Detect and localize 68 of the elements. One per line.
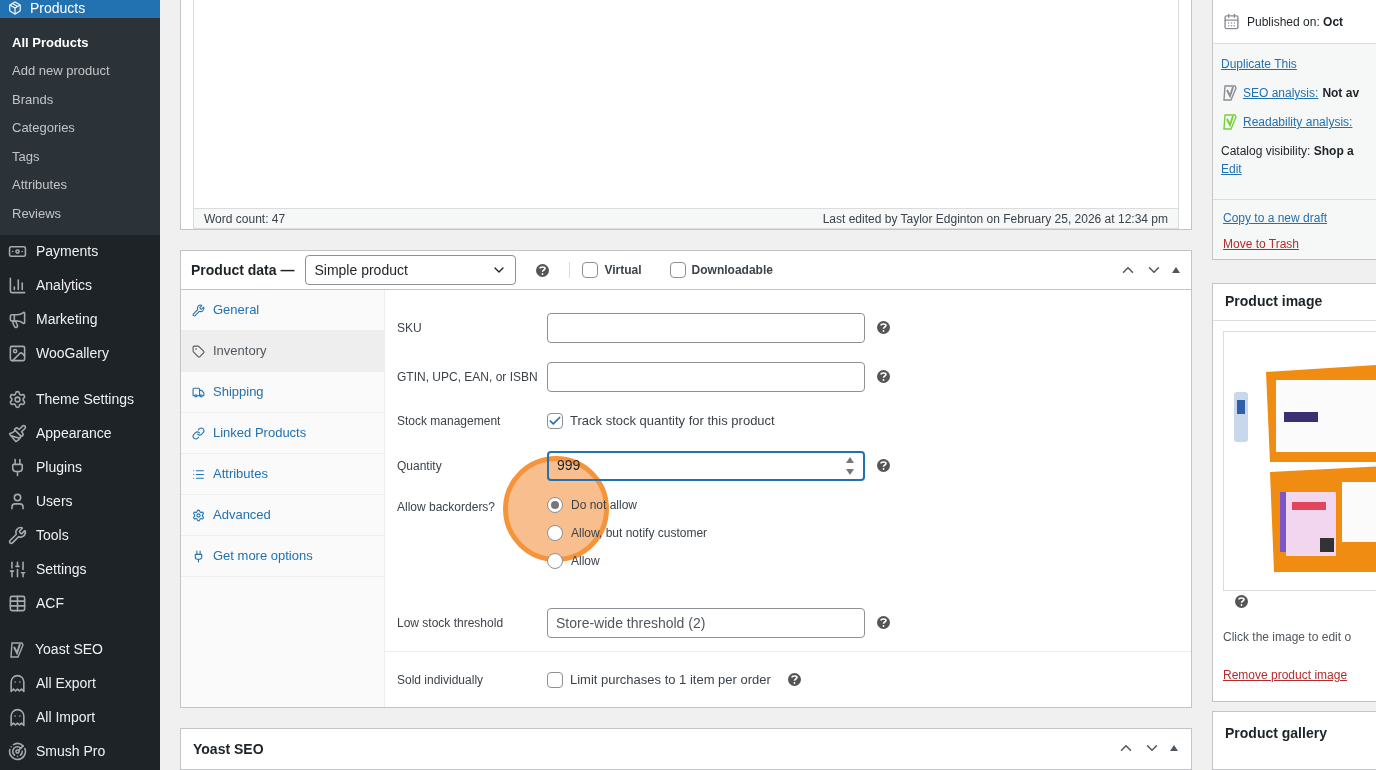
radio-option[interactable]: Do not allow [547, 496, 708, 514]
option-checkbox[interactable]: Downloadable [669, 261, 773, 279]
option-label: Virtual [604, 262, 642, 279]
radio-label: Do not allow [571, 497, 638, 514]
sidebar-item[interactable]: All Export [0, 666, 160, 701]
product-type-select[interactable]: Simple product [305, 255, 517, 285]
panel-title: Product gallery [1225, 724, 1327, 744]
analysis-link[interactable]: Readability analysis: [1243, 113, 1353, 131]
sidebar-item[interactable]: All Import [0, 700, 160, 735]
duplicate-link[interactable]: Duplicate This [1221, 55, 1376, 73]
sidebar-item[interactable]: Tools [0, 518, 160, 553]
word-count: Word count: 47 [204, 210, 286, 228]
option-label: Downloadable [691, 262, 773, 279]
remove-image-link[interactable]: Remove product image [1223, 665, 1348, 684]
panel-title: Yoast SEO [193, 740, 264, 759]
sidebar-item[interactable]: Smush Pro [0, 734, 160, 769]
sidebar-item[interactable]: ACF [0, 586, 160, 621]
field-label: Stock management [397, 413, 502, 430]
sidebar-item[interactable]: Plugins [0, 450, 160, 485]
trash-link[interactable]: Move to Trash [1223, 235, 1300, 253]
submenu-item[interactable]: Reviews [0, 199, 160, 228]
product-tab[interactable]: Attributes [181, 454, 384, 495]
field-label: SKU [397, 319, 423, 337]
field-label: Quantity [397, 457, 443, 475]
sidebar-item[interactable]: Analytics [0, 268, 160, 303]
product-tab[interactable]: Inventory [181, 331, 384, 372]
product-tab[interactable]: Get more options [181, 536, 384, 577]
sidebar-item[interactable]: Settings [0, 552, 160, 587]
image-hint: Click the image to edit o [1223, 628, 1353, 646]
field-label: GTIN, UPC, EAN, or ISBN [397, 368, 539, 386]
radio-label: Allow [571, 553, 600, 570]
published-date: Published on: Oct [1247, 13, 1344, 31]
radio-option[interactable]: Allow, but notify customer [547, 524, 708, 542]
sidebar-item[interactable]: Products [0, 0, 160, 18]
product-tab[interactable]: Linked Products [181, 413, 384, 454]
sidebar-item[interactable]: Payments [0, 234, 160, 269]
last-edited: Last edited by Taylor Edginton on February 25, 2026 at 12:34 pm [822, 210, 1168, 228]
submenu-item[interactable]: Categories [0, 113, 160, 142]
submenu-item[interactable]: Attributes [0, 170, 160, 199]
sidebar-item[interactable]: Marketing [0, 302, 160, 337]
analysis-link[interactable]: SEO analysis: [1243, 84, 1319, 102]
sidebar-item[interactable]: Users [0, 484, 160, 519]
option-checkbox[interactable]: Virtual [582, 261, 642, 279]
checkbox-option[interactable]: Limit purchases to 1 item per order [547, 669, 801, 690]
radio-label: Allow, but notify customer [571, 525, 708, 542]
field-label: Low stock threshold [397, 614, 505, 632]
edit-link[interactable]: Edit [1221, 160, 1242, 178]
submenu-item[interactable]: Tags [0, 142, 160, 171]
quantity-field[interactable]: 999 [547, 450, 865, 481]
product-tab[interactable]: Advanced [181, 495, 384, 536]
text-field[interactable]: Store-wide threshold (2) [547, 607, 865, 638]
submenu-item[interactable]: All Products [0, 28, 160, 57]
submenu-item[interactable]: Brands [0, 85, 160, 114]
sidebar-item[interactable]: WooGallery [0, 336, 160, 371]
checkbox-label: Limit purchases to 1 item per order [570, 670, 771, 689]
panel-title: Product image [1225, 292, 1323, 312]
action-link[interactable]: Copy to a new draft [1223, 209, 1328, 227]
sidebar-item[interactable]: Theme Settings [0, 382, 160, 417]
catalog-visibility: Catalog visibility: Shop a [1221, 143, 1355, 160]
sidebar-item[interactable]: Appearance [0, 416, 160, 451]
submenu-item[interactable]: Add new product [0, 56, 160, 85]
sidebar-item[interactable]: Yoast SEO [0, 632, 160, 667]
field-label: Allow backorders? [397, 499, 497, 516]
field-label: Sold individually [397, 671, 485, 689]
analysis-status: Not av [1322, 85, 1360, 102]
product-tab[interactable]: Shipping [181, 372, 384, 413]
radio-option[interactable]: Allow [547, 552, 708, 570]
panel-title: Product data — [191, 260, 295, 280]
